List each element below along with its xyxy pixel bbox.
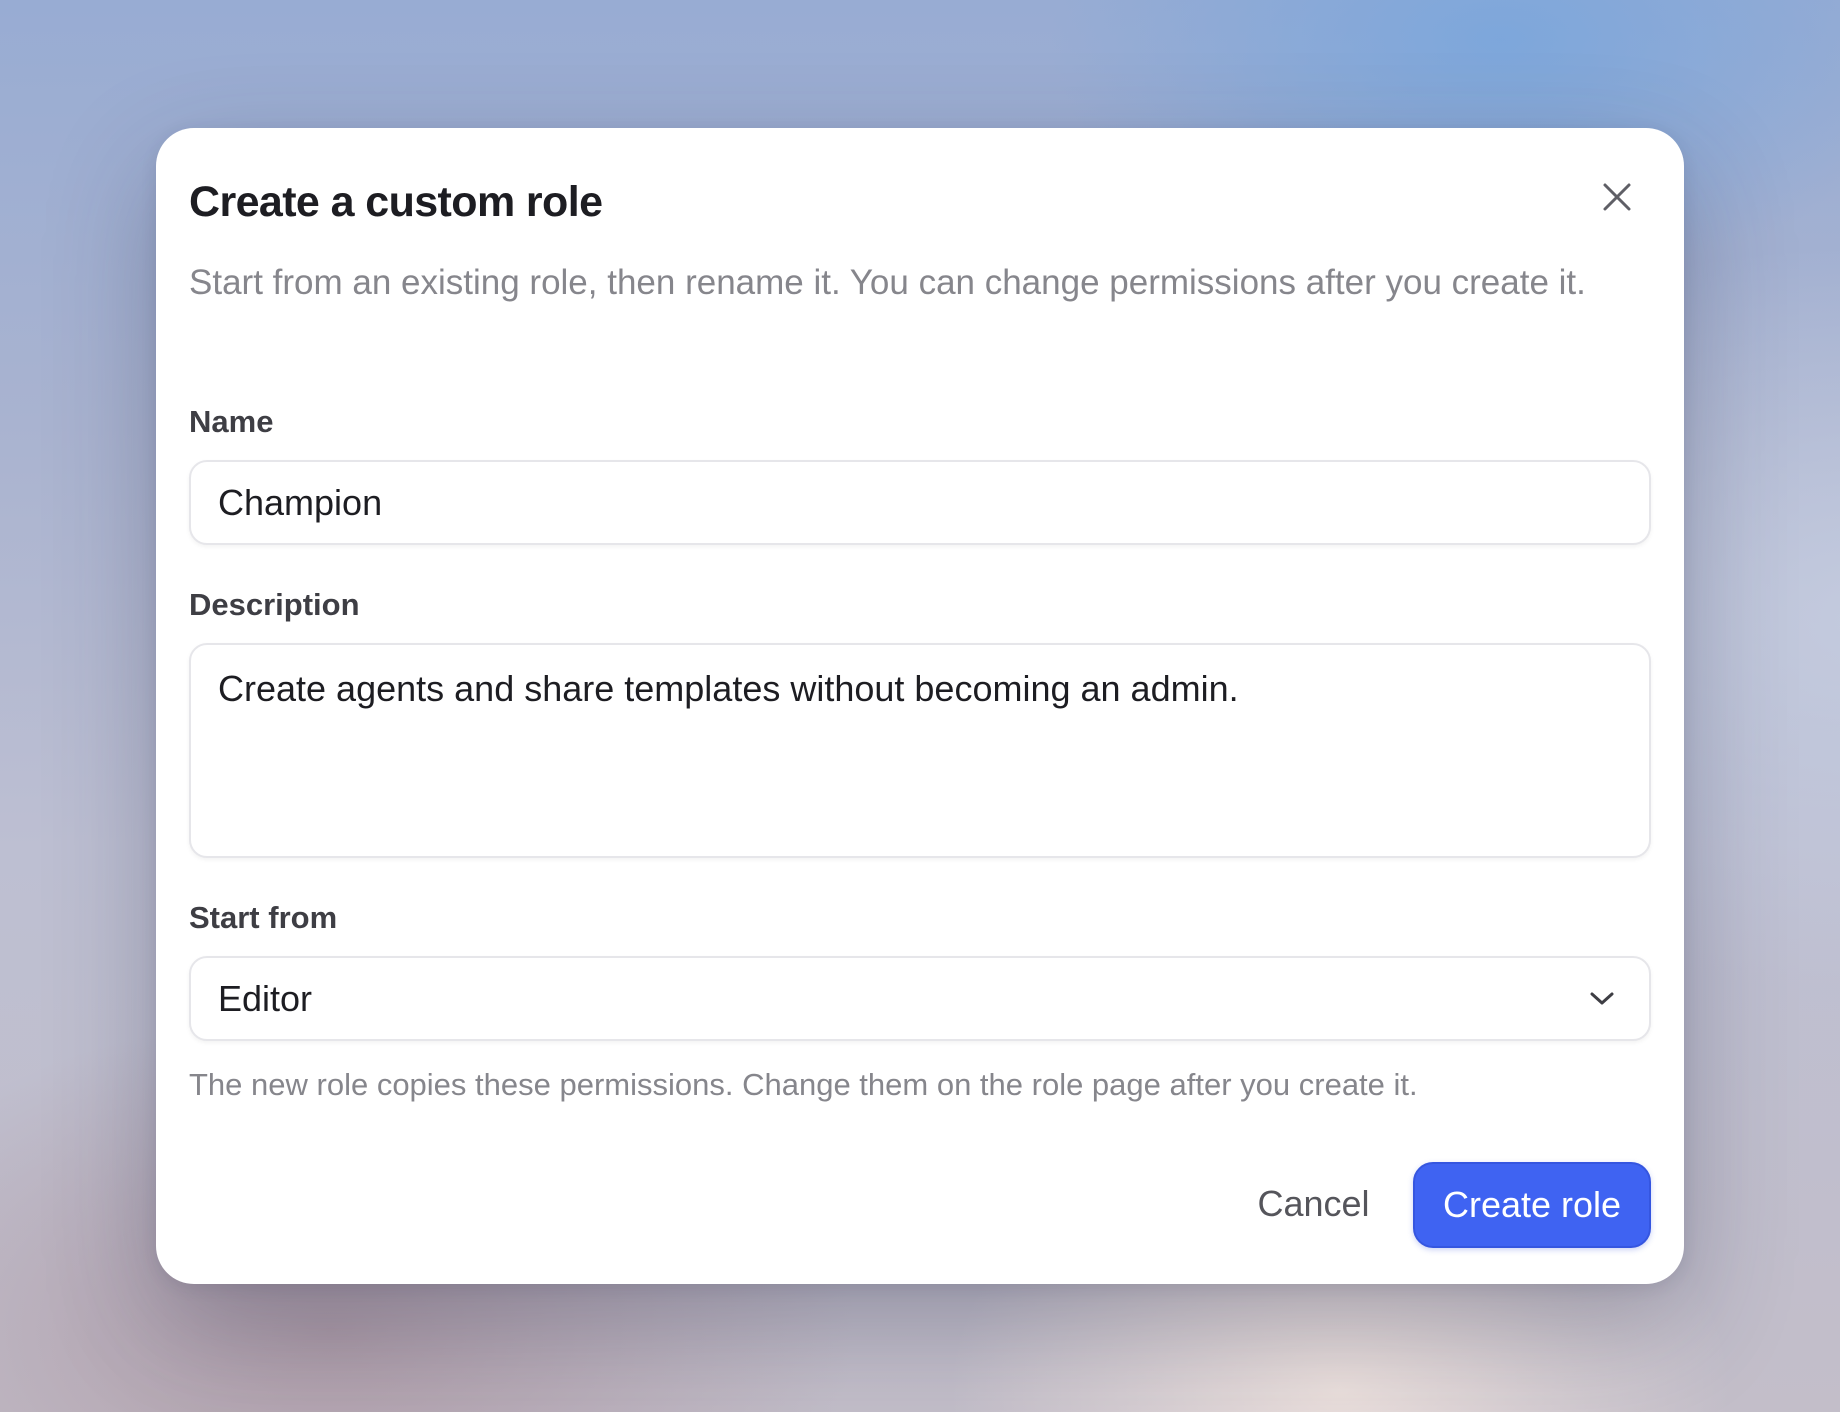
dialog-subtitle: Start from an existing role, then rename… (189, 263, 1586, 302)
name-label: Name (189, 404, 274, 439)
start-from-selected-value: Editor (218, 977, 313, 1019)
close-button[interactable] (1588, 168, 1646, 226)
chevron-down-icon (1589, 991, 1615, 1007)
start-from-hint: The new role copies these permissions. C… (189, 1067, 1418, 1102)
create-role-button[interactable]: Create role (1413, 1162, 1651, 1248)
dialog-title: Create a custom role (189, 178, 603, 226)
start-from-select[interactable]: Editor (189, 956, 1651, 1041)
start-from-label: Start from (189, 900, 338, 935)
close-icon (1603, 183, 1631, 211)
description-textarea[interactable]: Create agents and share templates withou… (189, 643, 1651, 858)
cancel-button[interactable]: Cancel (1216, 1162, 1411, 1246)
create-role-dialog: Create a custom role Start from an exist… (156, 128, 1684, 1284)
name-input[interactable] (189, 460, 1651, 545)
description-label: Description (189, 587, 360, 622)
